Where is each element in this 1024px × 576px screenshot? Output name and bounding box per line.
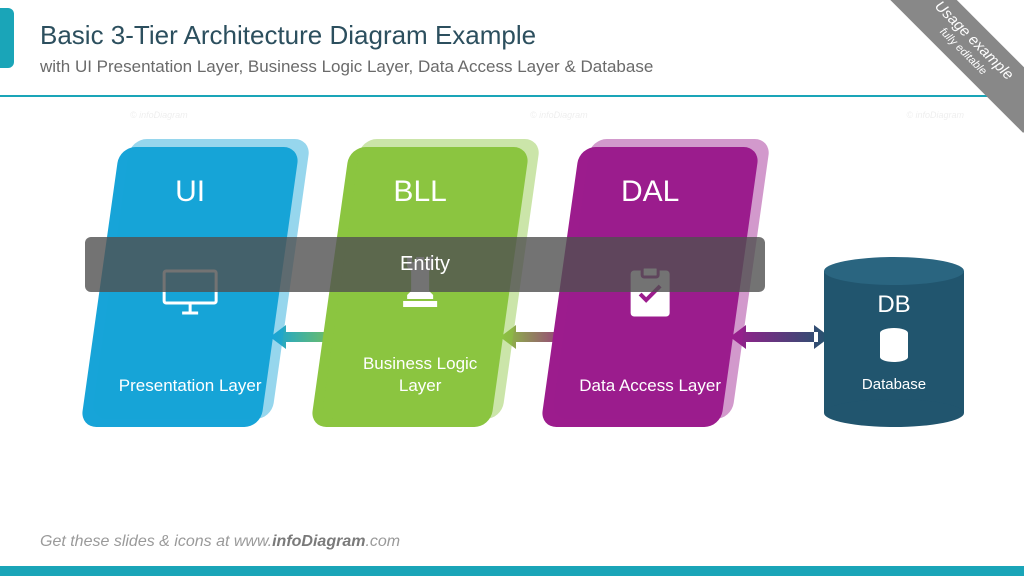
footer-brand: infoDiagram [272, 533, 365, 550]
tier-bll-label: Business Logic Layer [340, 353, 500, 397]
footer-prefix: Get these slides & icons at www. [40, 533, 272, 550]
tier-bll-abbr: BLL [393, 175, 446, 209]
footer-attribution: Get these slides & icons at www.infoDiag… [40, 533, 400, 551]
entity-label: Entity [400, 253, 450, 276]
database-cylinder: DB Database [824, 257, 964, 427]
header: Basic 3-Tier Architecture Diagram Exampl… [0, 0, 1024, 87]
arrow-dal-db-icon [730, 322, 830, 352]
watermark: © infoDiagram [530, 110, 588, 120]
diagram-area: UI Presentation Layer BLL Business Logic… [0, 127, 1024, 487]
entity-bar: Entity [85, 237, 765, 292]
page-title: Basic 3-Tier Architecture Diagram Exampl… [40, 20, 984, 51]
tier-dal-abbr: DAL [621, 175, 679, 209]
page-subtitle: with UI Presentation Layer, Business Log… [40, 57, 984, 77]
database-stack-icon [876, 327, 912, 368]
db-abbr: DB [877, 291, 910, 319]
header-divider [0, 95, 1024, 97]
bottom-accent-bar [0, 566, 1024, 576]
watermark: © infoDiagram [130, 110, 188, 120]
db-label: Database [862, 376, 926, 393]
side-tab [0, 8, 14, 68]
footer-suffix: .com [365, 533, 400, 550]
watermark: © infoDiagram [906, 110, 964, 120]
tier-dal-label: Data Access Layer [579, 375, 721, 397]
tier-ui-abbr: UI [175, 175, 205, 209]
tier-ui-label: Presentation Layer [119, 375, 262, 397]
